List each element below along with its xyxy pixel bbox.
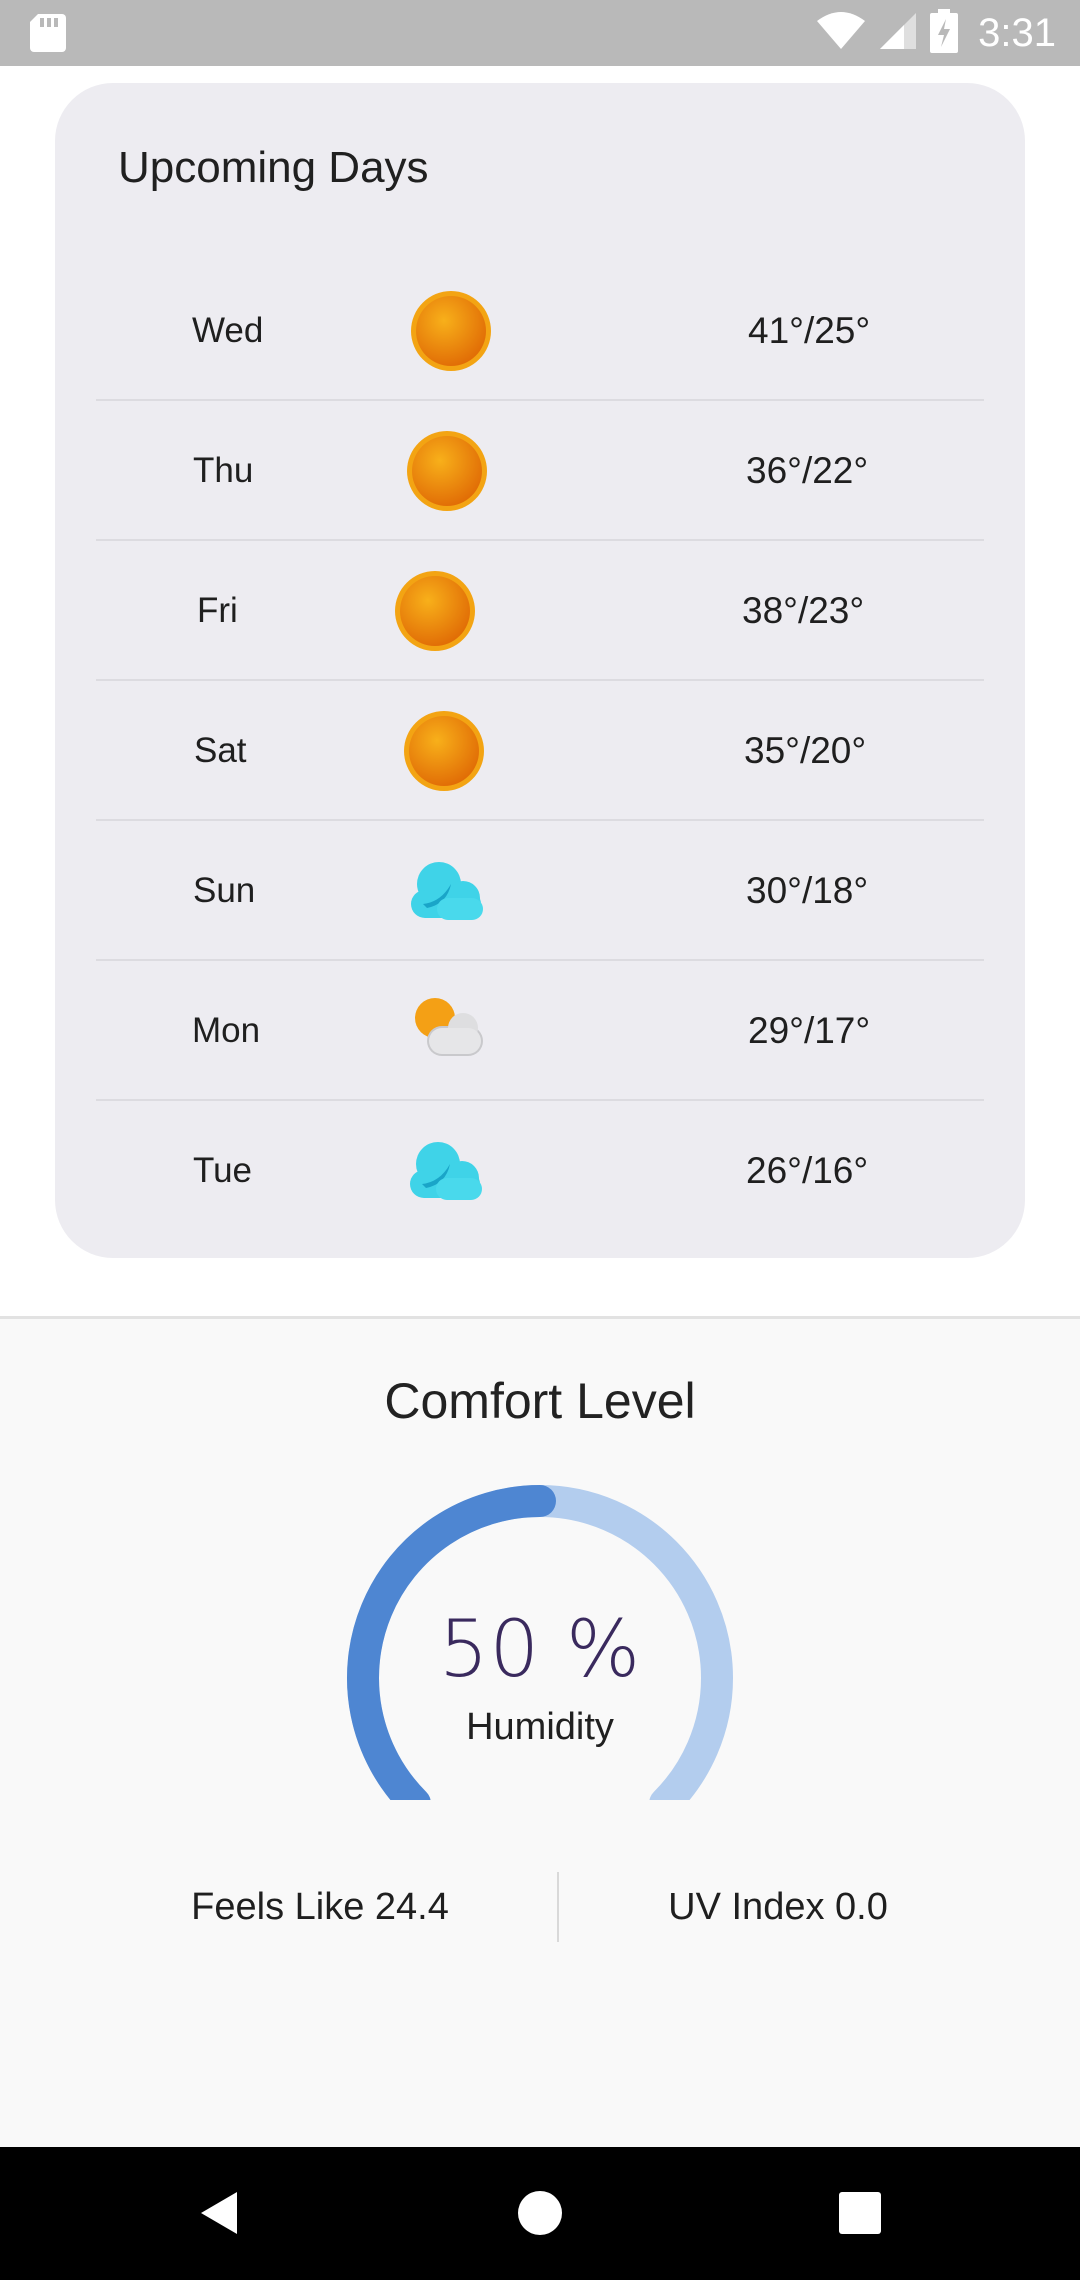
day-row[interactable]: Wed 41°/25° [96,261,984,401]
day-temp: 30°/18° [746,870,869,911]
sun-icon [399,706,489,796]
battery-charging-icon [930,8,959,58]
day-row[interactable]: Sun 30°/18° [96,821,984,961]
upcoming-days-card: Upcoming Days Wed 41°/25° Thu 36°/22° Fr… [55,83,1025,1258]
day-temp: 38°/23° [742,590,865,631]
status-bar: 3:31 [0,0,1080,66]
day-name: Thu [193,451,254,490]
home-icon[interactable] [510,2183,570,2243]
day-name: Tue [193,1151,253,1190]
day-row[interactable]: Fri 38°/23° [96,541,984,681]
day-row[interactable]: Thu 36°/22° [96,401,984,541]
humidity-value: 50 % [438,1605,642,1695]
recents-icon[interactable] [830,2183,890,2243]
day-row[interactable]: Mon 29°/17° [96,961,984,1101]
sun-icon [406,286,496,376]
section-divider [0,1316,1080,1319]
day-row[interactable]: Tue 26°/16° [96,1101,984,1241]
cloudy-icon [400,1126,490,1216]
cloudy-icon [401,846,491,936]
signal-icon [878,11,918,56]
sd-card-icon [30,14,66,52]
back-icon[interactable] [190,2183,250,2243]
day-temp: 36°/22° [746,450,869,491]
partly-cloudy-icon [401,986,491,1076]
day-name: Wed [192,311,264,350]
day-temp: 26°/16° [746,1150,869,1191]
sun-icon [402,426,492,516]
comfort-level-title: Comfort Level [384,1373,696,1429]
wifi-icon [816,11,866,56]
day-row[interactable]: Sat 35°/20° [96,681,984,821]
sun-icon [390,566,480,656]
card-title: Upcoming Days [118,143,429,192]
day-temp: 35°/20° [744,730,867,771]
day-name: Mon [192,1011,261,1050]
day-name: Fri [197,591,238,630]
comfort-stats: Feels Like 24.4 UV Index 0.0 [0,1872,1080,1942]
clock-time: 3:31 [978,10,1056,55]
navigation-bar [0,2147,1080,2280]
feels-like-text: Feels Like 24.4 [191,1886,449,1928]
stat-divider [557,1872,559,1942]
day-name: Sun [193,871,256,910]
day-temp: 29°/17° [748,1010,871,1051]
humidity-label: Humidity [466,1706,614,1748]
day-temp: 41°/25° [748,310,871,351]
day-name: Sat [194,731,247,770]
uv-index-text: UV Index 0.0 [668,1886,888,1928]
